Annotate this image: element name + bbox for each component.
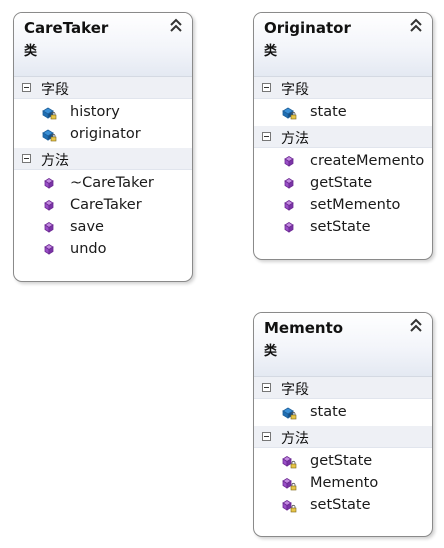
collapse-section-icon[interactable] bbox=[262, 383, 271, 392]
method-name: getState bbox=[310, 175, 373, 191]
methods-section-title: 方法 bbox=[281, 131, 309, 147]
method-item[interactable]: Memento bbox=[254, 473, 432, 495]
method-item[interactable]: getState bbox=[254, 451, 432, 473]
fields-section-header[interactable]: 字段 bbox=[254, 377, 432, 399]
method-name: setMemento bbox=[310, 197, 401, 213]
collapse-section-icon[interactable] bbox=[22, 154, 31, 163]
field-name: originator bbox=[70, 126, 141, 142]
method-item[interactable]: ~CareTaker bbox=[14, 173, 192, 195]
method-item[interactable]: save bbox=[14, 217, 192, 239]
method-item[interactable]: getState bbox=[254, 173, 432, 195]
field-name: history bbox=[70, 104, 120, 120]
methods-section-header[interactable]: 方法 bbox=[14, 148, 192, 170]
class-name: Memento bbox=[264, 319, 344, 337]
private-field-icon bbox=[42, 129, 57, 142]
collapse-section-icon[interactable] bbox=[262, 432, 271, 441]
method-name: CareTaker bbox=[70, 197, 142, 213]
methods-section-header[interactable]: 方法 bbox=[254, 426, 432, 448]
methods-section-header[interactable]: 方法 bbox=[254, 126, 432, 148]
field-item[interactable]: state bbox=[254, 102, 432, 124]
private-method-icon bbox=[282, 500, 297, 513]
fields-section-title: 字段 bbox=[281, 82, 309, 98]
method-name: createMemento bbox=[310, 153, 425, 169]
fields-list: state bbox=[254, 99, 432, 126]
public-method-icon bbox=[44, 178, 54, 189]
fields-section-title: 字段 bbox=[41, 82, 69, 98]
fields-section-header[interactable]: 字段 bbox=[14, 77, 192, 99]
public-method-icon bbox=[44, 222, 54, 233]
method-item[interactable]: createMemento bbox=[254, 151, 432, 173]
method-item[interactable]: setState bbox=[254, 217, 432, 239]
collapse-chevron-icon[interactable] bbox=[409, 318, 423, 334]
methods-list: createMemento getState setMemento setSta… bbox=[254, 148, 432, 241]
collapse-section-icon[interactable] bbox=[22, 83, 31, 92]
method-name: Memento bbox=[310, 475, 379, 491]
fields-list: state bbox=[254, 399, 432, 426]
methods-section-title: 方法 bbox=[41, 153, 69, 169]
collapse-chevron-icon[interactable] bbox=[409, 18, 423, 34]
class-box-originator[interactable]: Originator 类 字段 state 方法 createMemento g… bbox=[253, 12, 433, 260]
private-field-icon bbox=[282, 407, 297, 420]
method-name: setState bbox=[310, 219, 371, 235]
class-box-caretaker[interactable]: CareTaker 类 字段 history originator 方法 ~Ca… bbox=[13, 12, 193, 282]
methods-list: ~CareTaker CareTaker save undo bbox=[14, 170, 192, 263]
collapse-section-icon[interactable] bbox=[262, 132, 271, 141]
private-method-icon bbox=[282, 456, 297, 469]
class-name: CareTaker bbox=[24, 19, 109, 37]
class-header: Originator 类 bbox=[254, 13, 432, 77]
method-item[interactable]: undo bbox=[14, 239, 192, 261]
fields-section-title: 字段 bbox=[281, 382, 309, 398]
method-name: ~CareTaker bbox=[70, 175, 154, 191]
methods-section-title: 方法 bbox=[281, 431, 309, 447]
fields-list: history originator bbox=[14, 99, 192, 148]
private-field-icon bbox=[282, 107, 297, 120]
fields-section-header[interactable]: 字段 bbox=[254, 77, 432, 99]
class-header: CareTaker 类 bbox=[14, 13, 192, 77]
method-name: getState bbox=[310, 453, 373, 469]
field-item[interactable]: state bbox=[254, 402, 432, 424]
collapse-section-icon[interactable] bbox=[262, 83, 271, 92]
method-item[interactable]: CareTaker bbox=[14, 195, 192, 217]
field-item[interactable]: originator bbox=[14, 124, 192, 146]
public-method-icon bbox=[284, 156, 294, 167]
class-stereotype: 类 bbox=[264, 344, 278, 359]
class-name: Originator bbox=[264, 19, 351, 37]
method-name: undo bbox=[70, 241, 107, 257]
public-method-icon bbox=[44, 200, 54, 211]
public-method-icon bbox=[284, 200, 294, 211]
method-name: save bbox=[70, 219, 104, 235]
collapse-chevron-icon[interactable] bbox=[169, 18, 183, 34]
method-item[interactable]: setMemento bbox=[254, 195, 432, 217]
methods-list: getState Memento setState bbox=[254, 448, 432, 519]
public-method-icon bbox=[284, 178, 294, 189]
class-box-memento[interactable]: Memento 类 字段 state 方法 getState Memento s… bbox=[253, 312, 433, 537]
method-item[interactable]: setState bbox=[254, 495, 432, 517]
class-stereotype: 类 bbox=[24, 44, 38, 59]
public-method-icon bbox=[44, 244, 54, 255]
private-method-icon bbox=[282, 478, 297, 491]
field-item[interactable]: history bbox=[14, 102, 192, 124]
class-stereotype: 类 bbox=[264, 44, 278, 59]
class-header: Memento 类 bbox=[254, 313, 432, 377]
field-name: state bbox=[310, 104, 347, 120]
field-name: state bbox=[310, 404, 347, 420]
method-name: setState bbox=[310, 497, 371, 513]
public-method-icon bbox=[284, 222, 294, 233]
private-field-icon bbox=[42, 107, 57, 120]
